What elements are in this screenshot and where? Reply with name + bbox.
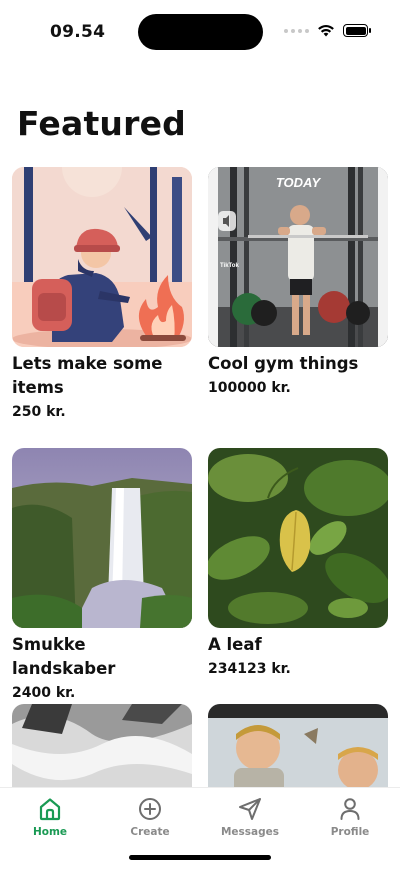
tab-profile[interactable]: Profile xyxy=(310,796,390,838)
status-icons xyxy=(284,24,371,37)
product-name[interactable]: Lets make some items xyxy=(12,352,192,400)
plus-circle-icon xyxy=(139,798,161,820)
product-name[interactable]: Smukke landskaber xyxy=(12,633,192,681)
product-card[interactable]: Lets make some items 250 kr. xyxy=(12,167,192,420)
tab-home[interactable]: Home xyxy=(10,796,90,838)
product-price: 250 kr. xyxy=(12,404,66,420)
product-image-leaf[interactable] xyxy=(208,448,388,628)
product-card[interactable]: TODAY TikTok Cool gym things 100000 kr. xyxy=(208,167,388,396)
product-card[interactable] xyxy=(12,704,192,790)
product-card[interactable]: A leaf 234123 kr. xyxy=(208,448,388,677)
product-price: 234123 kr. xyxy=(208,661,291,677)
tab-create-label: Create xyxy=(130,826,170,838)
product-card[interactable] xyxy=(208,704,388,790)
product-image-rushing-water[interactable] xyxy=(12,704,192,790)
battery-icon xyxy=(343,24,371,37)
home-icon xyxy=(39,798,61,821)
product-price: 2400 kr. xyxy=(12,685,76,701)
product-card[interactable]: Smukke landskaber 2400 kr. xyxy=(12,448,192,701)
tab-home-label: Home xyxy=(32,826,68,838)
product-name[interactable]: Cool gym things xyxy=(208,352,388,376)
product-image-children[interactable] xyxy=(208,704,388,790)
cellular-signal-icon xyxy=(284,28,309,33)
tab-create[interactable]: Create xyxy=(110,796,190,838)
status-time: 09.54 xyxy=(50,22,106,42)
product-name[interactable]: A leaf xyxy=(208,633,388,657)
dynamic-island xyxy=(138,14,263,50)
product-grid[interactable]: Lets make some items 250 kr. TODAY TikTo… xyxy=(12,167,388,790)
status-bar: 09.54 xyxy=(0,0,400,64)
wifi-icon xyxy=(318,25,334,37)
home-indicator xyxy=(129,855,271,860)
svg-text:TODAY: TODAY xyxy=(276,175,322,190)
product-image-waterfall[interactable] xyxy=(12,448,192,628)
svg-text:TikTok: TikTok xyxy=(220,263,239,269)
product-image-hiker-illustration[interactable] xyxy=(12,167,192,347)
user-icon xyxy=(340,798,360,820)
tab-messages-label: Messages xyxy=(220,826,280,838)
page-title: Featured xyxy=(17,104,187,143)
tab-profile-label: Profile xyxy=(330,826,370,838)
send-icon xyxy=(239,798,261,820)
product-price: 100000 kr. xyxy=(208,380,291,396)
tab-messages[interactable]: Messages xyxy=(210,796,290,838)
product-image-gym-video[interactable]: TODAY TikTok xyxy=(208,167,388,347)
